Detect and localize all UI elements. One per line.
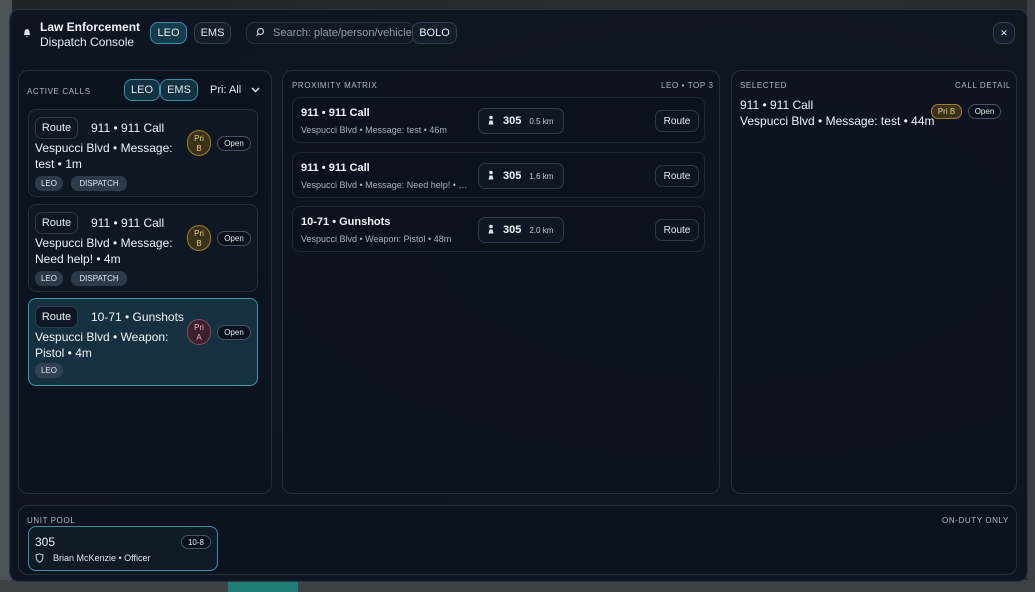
- close-icon: ✕: [1000, 27, 1008, 38]
- background-edge-right: [1027, 0, 1035, 592]
- proximity-row: 911 • 911 Call Vespucci Blvd • Message: …: [292, 97, 705, 143]
- proximity-call-title: 911 • 911 Call: [301, 107, 370, 119]
- tag-dispatch: DISPATCH: [71, 271, 127, 286]
- tag-leo: LEO: [35, 271, 63, 286]
- route-button[interactable]: Route: [655, 110, 699, 132]
- chevron-down-icon: [251, 84, 260, 96]
- route-button[interactable]: Route: [35, 212, 78, 234]
- unit-distance: 1.6 km: [529, 171, 554, 181]
- call-card[interactable]: Route 911 • 911 Call Vespucci Blvd • Mes…: [28, 204, 258, 292]
- nearest-unit-chip[interactable]: 305 0.5 km: [478, 108, 564, 134]
- priority-badge: Pri A: [187, 319, 211, 345]
- nearest-unit-chip[interactable]: 305 1.6 km: [478, 163, 564, 189]
- tag-leo: LEO: [35, 176, 63, 191]
- unit-number: 305: [503, 224, 522, 236]
- open-button[interactable]: Open: [217, 136, 251, 151]
- route-button[interactable]: Route: [655, 219, 699, 241]
- proximity-call-sub: Vespucci Blvd • Message: Need help! • 47…: [301, 180, 469, 190]
- selected-call-title: 911 • 911 Call: [740, 98, 814, 112]
- unit-number: 305: [503, 115, 522, 127]
- call-description: Vespucci Blvd • Weapon: Pistol • 4m: [35, 330, 169, 360]
- unit-distance: 2.0 km: [529, 225, 554, 235]
- tag-dispatch: DISPATCH: [71, 176, 127, 191]
- proximity-call-title: 911 • 911 Call: [301, 162, 370, 174]
- priority-badge: Pri B: [187, 225, 211, 251]
- route-button[interactable]: Route: [655, 165, 699, 187]
- tab-ems[interactable]: EMS: [194, 22, 231, 44]
- proximity-call-sub: Vespucci Blvd • Message: test • 46m: [301, 125, 447, 135]
- bell-icon: [22, 28, 32, 38]
- call-code: 911 • 911 Call: [91, 121, 165, 135]
- call-detail-label: CALL DETAIL: [955, 81, 1011, 90]
- unit-card[interactable]: 305 10-8 Brian McKenzie • Officer: [28, 526, 218, 571]
- unit-status-badge: 10-8: [181, 535, 211, 549]
- priority-filter-value: Pri: All: [210, 84, 242, 96]
- call-card[interactable]: Route 911 • 911 Call Vespucci Blvd • Mes…: [28, 109, 258, 197]
- priority-badge: Pri B: [187, 130, 211, 156]
- brand: Law Enforcement Dispatch Console: [22, 20, 140, 50]
- proximity-call-title: 10-71 • Gunshots: [301, 216, 391, 228]
- selected-priority-badge: Pri B: [931, 104, 962, 119]
- call-code: 10-71 • Gunshots: [91, 310, 184, 324]
- proximity-row: 10-71 • Gunshots Vespucci Blvd • Weapon:…: [292, 206, 705, 252]
- route-button[interactable]: Route: [35, 306, 78, 328]
- nearest-unit-chip[interactable]: 305 2.0 km: [478, 217, 564, 243]
- on-duty-label: ON-DUTY ONLY: [942, 516, 1009, 525]
- proximity-call-sub: Vespucci Blvd • Weapon: Pistol • 48m: [301, 234, 452, 244]
- open-button[interactable]: Open: [217, 325, 251, 340]
- person-icon: [487, 115, 495, 127]
- search-input[interactable]: [273, 27, 413, 39]
- call-description: Vespucci Blvd • Message: test • 1m: [35, 141, 173, 171]
- call-description: Vespucci Blvd • Message: Need help! • 4m: [35, 236, 173, 266]
- person-icon: [487, 224, 495, 236]
- selected-open-button[interactable]: Open: [968, 104, 1001, 119]
- active-calls-label: ACTIVE CALLS: [27, 87, 91, 96]
- proximity-matrix-label: PROXIMITY MATRIX: [292, 81, 378, 90]
- route-button[interactable]: Route: [35, 117, 78, 139]
- console-header: Law Enforcement Dispatch Console LEO EMS…: [10, 10, 1027, 62]
- call-card-selected[interactable]: Route 10-71 • Gunshots Vespucci Blvd • W…: [28, 298, 258, 386]
- tab-leo[interactable]: LEO: [150, 22, 187, 44]
- open-button[interactable]: Open: [217, 231, 251, 246]
- unit-officer-name: Brian McKenzie • Officer: [53, 553, 151, 563]
- bolo-button[interactable]: BOLO: [412, 22, 457, 44]
- proximity-filter-label: LEO • TOP 3: [661, 81, 714, 90]
- search-icon: [255, 27, 265, 40]
- tag-leo: LEO: [35, 363, 63, 378]
- unit-number: 305: [503, 170, 522, 182]
- call-code: 911 • 911 Call: [91, 216, 165, 230]
- filter-leo[interactable]: LEO: [124, 79, 160, 101]
- shield-icon: [35, 553, 44, 565]
- selected-call-description: Vespucci Blvd • Message: test • 44m: [740, 114, 935, 128]
- selected-call-info: 911 • 911 Call Vespucci Blvd • Message: …: [740, 97, 935, 129]
- unit-distance: 0.5 km: [529, 116, 554, 126]
- priority-filter-select[interactable]: Pri: All: [208, 79, 264, 101]
- unit-pool-label: UNIT POOL: [27, 516, 76, 525]
- app-subtitle: Dispatch Console: [40, 35, 135, 49]
- app-title: Law Enforcement: [40, 20, 141, 34]
- selected-label: SELECTED: [740, 81, 788, 90]
- unit-number: 305: [35, 535, 56, 549]
- filter-ems[interactable]: EMS: [160, 79, 198, 101]
- person-icon: [487, 170, 495, 182]
- close-button[interactable]: ✕: [993, 22, 1015, 44]
- proximity-row: 911 • 911 Call Vespucci Blvd • Message: …: [292, 152, 705, 198]
- selected-call-panel: [731, 70, 1017, 494]
- search-box[interactable]: [246, 22, 414, 44]
